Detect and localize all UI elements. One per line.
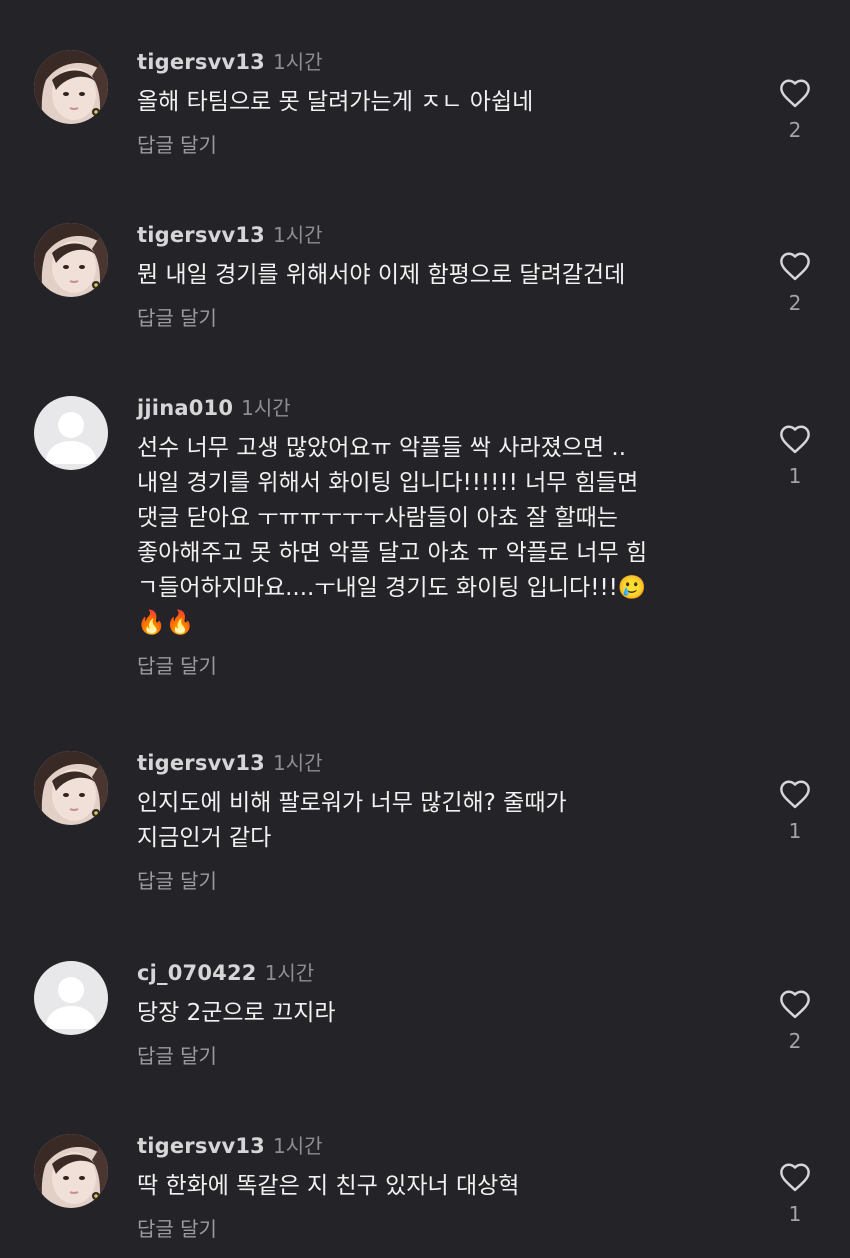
like-button[interactable]: 2 <box>770 78 820 142</box>
comment-text: 선수 너무 고생 많았어요ㅠ 악플들 싹 사라졌으면 .. 내일 경기를 위해서… <box>137 435 648 636</box>
like-count: 2 <box>788 118 802 142</box>
comment-body: tigersvv13 1시간 딱 한화에 똑같은 지 친구 있자너 대상혁 답글 … <box>137 1131 747 1242</box>
timestamp: 1시간 <box>241 396 291 420</box>
like-count: 2 <box>788 1029 802 1053</box>
reply-button[interactable]: 답글 달기 <box>137 1213 217 1242</box>
avatar-photo <box>34 1134 108 1208</box>
comment-body: tigersvv13 1시간 뭔 내일 경기를 위해서야 이제 함평으로 달려갈건… <box>137 220 747 331</box>
username[interactable]: tigersvv13 <box>137 50 265 74</box>
heart-outline-icon <box>780 425 810 454</box>
heart-outline-icon <box>780 79 810 108</box>
like-button[interactable]: 2 <box>770 989 820 1053</box>
heart-outline-icon <box>780 990 810 1019</box>
comment-meta: tigersvv13 1시간 <box>137 47 747 77</box>
comment-text: 인지도에 비해 팔로워가 너무 많긴해? 줄때가 지금인거 같다 <box>137 790 567 851</box>
like-count: 1 <box>788 1202 802 1226</box>
avatar[interactable] <box>34 50 108 124</box>
timestamp: 1시간 <box>272 1134 323 1158</box>
comment-body: cj_070422 1시간 당장 2군으로 끄지라 답글 달기 <box>137 958 747 1069</box>
like-button[interactable]: 1 <box>770 779 820 843</box>
default-user-icon <box>34 396 108 470</box>
like-button[interactable]: 1 <box>770 1162 820 1226</box>
username[interactable]: tigersvv13 <box>137 1134 265 1158</box>
reply-button[interactable]: 답글 달기 <box>137 650 217 679</box>
heart-outline-icon <box>780 1163 810 1192</box>
avatar[interactable] <box>34 961 108 1035</box>
like-count: 1 <box>788 464 802 488</box>
comment-text: 올해 타팀으로 못 달려가는게 ㅈㄴ 아쉽네 <box>137 89 534 115</box>
timestamp: 1시간 <box>272 50 323 74</box>
heart-outline-icon <box>780 252 810 281</box>
like-count: 2 <box>788 291 802 315</box>
like-button[interactable]: 1 <box>770 424 820 488</box>
avatar[interactable] <box>34 1134 108 1208</box>
avatar-photo <box>34 751 108 825</box>
avatar-photo <box>34 223 108 297</box>
reply-button[interactable]: 답글 달기 <box>137 129 217 158</box>
reply-button[interactable]: 답글 달기 <box>137 1040 217 1069</box>
comment-body: jjina010 1시간 선수 너무 고생 많았어요ㅠ 악플들 싹 사라졌으면 .… <box>137 393 747 679</box>
timestamp: 1시간 <box>272 223 323 247</box>
username[interactable]: tigersvv13 <box>137 223 265 247</box>
comment-meta: jjina010 1시간 <box>137 393 747 423</box>
username[interactable]: tigersvv13 <box>137 751 265 775</box>
comment-meta: tigersvv13 1시간 <box>137 1131 747 1161</box>
heart-outline-icon <box>780 780 810 809</box>
like-button[interactable]: 2 <box>770 251 820 315</box>
avatar[interactable] <box>34 223 108 297</box>
timestamp: 1시간 <box>272 751 323 775</box>
comment-meta: tigersvv13 1시간 <box>137 748 747 778</box>
comment-body: tigersvv13 1시간 인지도에 비해 팔로워가 너무 많긴해? 줄때가 지… <box>137 748 747 894</box>
reply-button[interactable]: 답글 달기 <box>137 865 217 894</box>
timestamp: 1시간 <box>264 961 315 985</box>
comment-body: tigersvv13 1시간 올해 타팀으로 못 달려가는게 ㅈㄴ 아쉽네 답글 … <box>137 47 747 158</box>
default-user-icon <box>34 961 108 1035</box>
comment-text: 딱 한화에 똑같은 지 친구 있자너 대상혁 <box>137 1173 520 1199</box>
avatar[interactable] <box>34 751 108 825</box>
comment-meta: tigersvv13 1시간 <box>137 220 747 250</box>
comment-text: 당장 2군으로 끄지라 <box>137 1000 336 1026</box>
username[interactable]: cj_070422 <box>137 961 257 985</box>
comment-meta: cj_070422 1시간 <box>137 958 747 988</box>
avatar-photo <box>34 50 108 124</box>
comment-text: 뭔 내일 경기를 위해서야 이제 함평으로 달려갈건데 <box>137 262 626 288</box>
avatar[interactable] <box>34 396 108 470</box>
like-count: 1 <box>788 819 802 843</box>
reply-button[interactable]: 답글 달기 <box>137 302 217 331</box>
username[interactable]: jjina010 <box>137 396 233 420</box>
